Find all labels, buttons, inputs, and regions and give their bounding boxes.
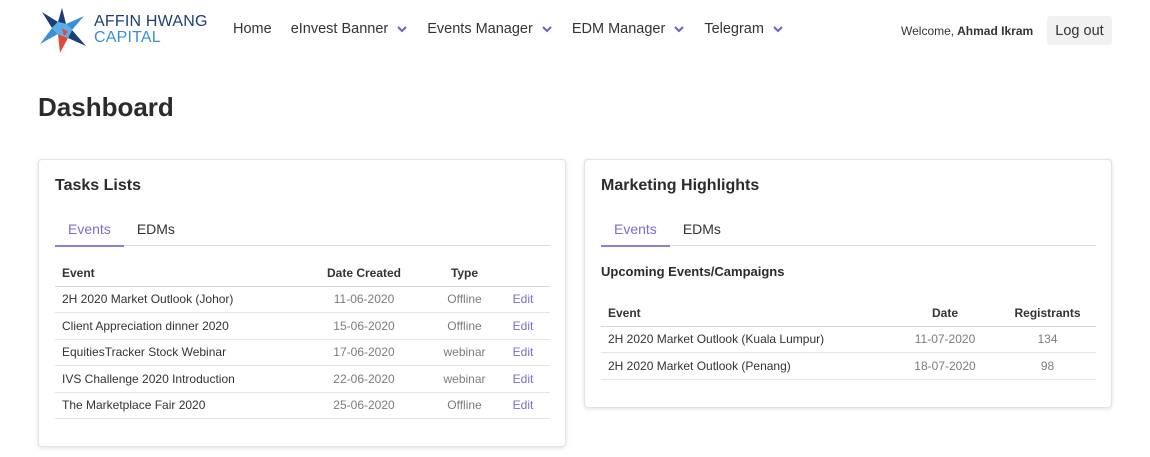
table-row: Client Appreciation dinner 2020 15-06-20… xyxy=(55,312,550,340)
date-created: 15-06-2020 xyxy=(295,312,433,340)
welcome-message: Welcome, Ahmad Ikram xyxy=(901,24,1033,38)
upcoming-events-table: Event Date Registrants 2H 2020 Market Ou… xyxy=(601,300,1096,380)
event-type: Offline xyxy=(433,312,496,340)
brand-star-icon xyxy=(40,8,86,53)
column-header-type: Type xyxy=(433,260,496,287)
nav-telegram-label: Telegram xyxy=(704,21,764,37)
table-row: IVS Challenge 2020 Introduction 22-06-20… xyxy=(55,365,550,393)
nav-edm-manager-label: EDM Manager xyxy=(571,21,666,37)
tasks-list-card: Tasks Lists Events EDMs Event Date Creat… xyxy=(38,159,566,447)
user-name: Ahmad Ikram xyxy=(957,24,1034,38)
event-date: 11-07-2020 xyxy=(891,326,999,353)
nav-einvest-banner-label: eInvest Banner xyxy=(290,21,389,37)
column-header-registrants: Registrants xyxy=(999,300,1096,327)
event-name: Client Appreciation dinner 2020 xyxy=(55,312,295,340)
logout-button[interactable]: Log out xyxy=(1047,16,1112,45)
table-row: 2H 2020 Market Outlook (Kuala Lumpur) 11… xyxy=(601,326,1096,353)
nav-home[interactable]: Home xyxy=(233,21,272,37)
brand-subname: CAPITAL xyxy=(94,29,161,46)
column-header-date: Date xyxy=(891,300,999,327)
edit-link[interactable]: Edit xyxy=(496,365,550,393)
event-name: EquitiesTracker Stock Webinar xyxy=(55,339,295,366)
nav-events-manager-label: Events Manager xyxy=(427,21,533,37)
event-type: webinar xyxy=(433,339,496,366)
column-header-action xyxy=(496,260,550,287)
table-row: EquitiesTracker Stock Webinar 17-06-2020… xyxy=(55,339,550,366)
welcome-label: Welcome, xyxy=(901,24,955,38)
tab-events[interactable]: Events xyxy=(55,217,124,247)
tasks-table: Event Date Created Type 2H 2020 Market O… xyxy=(55,260,550,419)
table-row: 2H 2020 Market Outlook (Penang) 18-07-20… xyxy=(601,352,1096,380)
top-navbar: AFFIN HWANG CAPITAL Home eInvest Banner … xyxy=(0,0,1150,62)
date-created: 22-06-2020 xyxy=(295,365,433,393)
brand-logo[interactable]: AFFIN HWANG CAPITAL xyxy=(38,6,208,54)
page-title: Dashboard xyxy=(38,92,174,122)
chevron-down-icon xyxy=(673,24,685,34)
edit-link[interactable]: Edit xyxy=(496,312,550,340)
event-type: Offline xyxy=(433,392,496,419)
nav-edm-manager[interactable]: EDM Manager xyxy=(572,21,685,37)
event-name: The Marketplace Fair 2020 xyxy=(55,392,295,419)
tab-edms[interactable]: EDMs xyxy=(670,217,734,246)
card-title: Marketing Highlights xyxy=(601,177,760,194)
nav-home-label: Home xyxy=(233,21,272,37)
date-created: 25-06-2020 xyxy=(295,392,433,419)
tab-events[interactable]: Events xyxy=(601,217,670,247)
brand-name: AFFIN HWANG xyxy=(94,13,208,30)
edit-link[interactable]: Edit xyxy=(496,392,550,419)
column-header-date-created: Date Created xyxy=(295,260,433,287)
column-header-event: Event xyxy=(601,300,891,327)
registrants-count: 134 xyxy=(999,326,1096,353)
tab-edms[interactable]: EDMs xyxy=(124,217,188,246)
date-created: 17-06-2020 xyxy=(295,339,433,366)
section-title: Upcoming Events/Campaigns xyxy=(601,264,785,279)
table-header-row: Event Date Created Type xyxy=(55,260,550,287)
event-name: 2H 2020 Market Outlook (Penang) xyxy=(601,352,891,380)
edit-link[interactable]: Edit xyxy=(496,286,550,313)
nav-einvest-banner[interactable]: eInvest Banner xyxy=(291,21,409,37)
edit-link[interactable]: Edit xyxy=(496,339,550,366)
main-nav: Home eInvest Banner Events Manager EDM M… xyxy=(233,21,803,37)
nav-telegram[interactable]: Telegram xyxy=(704,21,784,37)
table-row: 2H 2020 Market Outlook (Johor) 11-06-202… xyxy=(55,286,550,313)
registrants-count: 98 xyxy=(999,352,1096,380)
highlights-tabs: Events EDMs xyxy=(601,217,1096,247)
tasks-tabs: Events EDMs xyxy=(55,217,550,247)
chevron-down-icon xyxy=(772,24,784,34)
event-name: 2H 2020 Market Outlook (Kuala Lumpur) xyxy=(601,326,891,353)
column-header-event: Event xyxy=(55,260,295,287)
table-header-row: Event Date Registrants xyxy=(601,300,1096,327)
marketing-highlights-card: Marketing Highlights Events EDMs Upcomin… xyxy=(584,159,1112,408)
event-type: Offline xyxy=(433,286,496,313)
table-row: The Marketplace Fair 2020 25-06-2020 Off… xyxy=(55,392,550,419)
event-type: webinar xyxy=(433,365,496,393)
chevron-down-icon xyxy=(396,24,408,34)
date-created: 11-06-2020 xyxy=(295,286,433,313)
card-title: Tasks Lists xyxy=(55,177,141,194)
event-name: 2H 2020 Market Outlook (Johor) xyxy=(55,286,295,313)
event-name: IVS Challenge 2020 Introduction xyxy=(55,365,295,393)
event-date: 18-07-2020 xyxy=(891,352,999,380)
nav-events-manager[interactable]: Events Manager xyxy=(427,21,553,37)
chevron-down-icon xyxy=(541,24,553,34)
